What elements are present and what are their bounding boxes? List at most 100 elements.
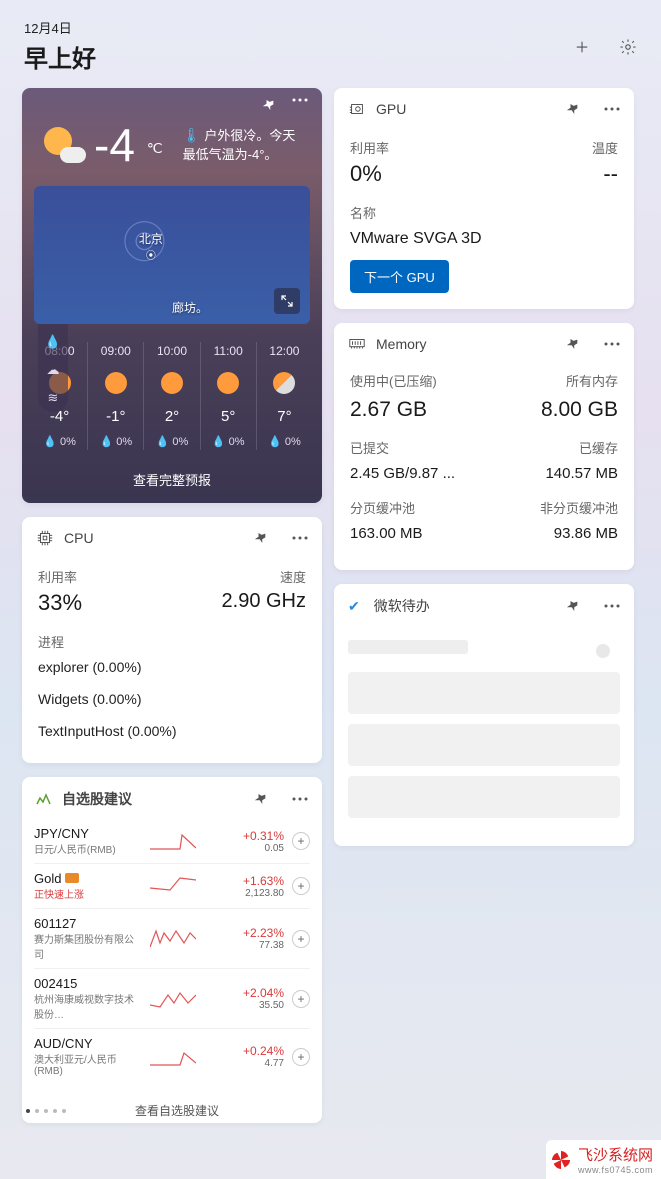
stocks-card: 自选股建议 JPY/CNY 日元/人民币(RMB) +0.31% 0.05 + … bbox=[22, 777, 322, 1123]
pin-icon[interactable] bbox=[563, 334, 583, 354]
weather-map[interactable]: 北京 廊坊。 bbox=[34, 186, 310, 324]
mem-label: 使用中(已压缩) bbox=[350, 371, 437, 390]
stock-sparkline bbox=[150, 989, 196, 1009]
layer-wind-icon[interactable]: ≋ bbox=[48, 390, 59, 406]
stocks-title: 自选股建议 bbox=[62, 789, 244, 809]
stock-row[interactable]: AUD/CNY 澳大利亚元/人民币(RMB) +0.24% 4.77 + bbox=[34, 1029, 310, 1084]
stock-subtitle: 澳大利亚元/人民币(RMB) bbox=[34, 1051, 142, 1077]
hour-precip: 💧 0% bbox=[32, 435, 87, 448]
todo-icon: ✔ bbox=[348, 598, 360, 615]
stock-row[interactable]: 002415 杭州海康威视数字技术股份… +2.04% 35.50 + bbox=[34, 969, 310, 1029]
cpu-icon bbox=[36, 529, 54, 547]
hour-weather-icon bbox=[217, 372, 239, 394]
map-city-beijing: 北京 bbox=[139, 230, 163, 262]
weather-hour[interactable]: 11:00 5° 💧 0% bbox=[201, 342, 257, 450]
layer-cloud-icon[interactable]: ☁ bbox=[47, 362, 60, 378]
gpu-next-button[interactable]: 下一个 GPU bbox=[350, 260, 449, 293]
mem-label: 所有内存 bbox=[566, 371, 618, 390]
memory-icon bbox=[348, 335, 366, 353]
more-icon[interactable] bbox=[604, 342, 620, 346]
layer-precip-icon[interactable]: 💧 bbox=[45, 334, 61, 350]
msn-icon bbox=[36, 793, 52, 805]
watermark-url: www.fs0745.com bbox=[578, 1165, 653, 1175]
stock-symbol: Gold bbox=[34, 871, 142, 886]
weather-hour[interactable]: 12:00 7° 💧 0% bbox=[257, 342, 312, 450]
weather-hour[interactable]: 10:00 2° 💧 0% bbox=[144, 342, 200, 450]
pin-icon[interactable] bbox=[563, 99, 583, 119]
stock-sparkline bbox=[150, 1047, 196, 1067]
stock-add-button[interactable]: + bbox=[292, 930, 310, 948]
hour-precip: 💧 0% bbox=[88, 435, 143, 448]
todo-skeleton bbox=[348, 672, 620, 714]
more-icon[interactable] bbox=[292, 98, 308, 102]
stock-sparkline bbox=[150, 929, 196, 949]
stock-add-button[interactable]: + bbox=[292, 877, 310, 895]
add-widget-icon[interactable] bbox=[573, 38, 591, 56]
stock-symbol: 601127 bbox=[34, 916, 142, 931]
more-icon[interactable] bbox=[604, 604, 620, 608]
gpu-name-value: VMware SVGA 3D bbox=[350, 230, 618, 248]
stock-row[interactable]: JPY/CNY 日元/人民币(RMB) +0.31% 0.05 + bbox=[34, 819, 310, 864]
watermark-icon bbox=[550, 1149, 572, 1171]
stock-subtitle: 日元/人民币(RMB) bbox=[34, 841, 142, 856]
mem-value: 93.86 MB bbox=[554, 523, 618, 542]
header-greeting: 早上好 bbox=[24, 39, 96, 74]
stock-row[interactable]: 601127 赛力斯集团股份有限公司 +2.23% 77.38 + bbox=[34, 909, 310, 969]
gpu-icon bbox=[348, 100, 366, 118]
hour-weather-icon bbox=[161, 372, 183, 394]
gpu-util-value: 0% bbox=[350, 161, 389, 187]
stock-symbol: JPY/CNY bbox=[34, 826, 142, 841]
hour-temp: 7° bbox=[257, 408, 312, 425]
cpu-card: CPU 利用率 33% 速度 2.90 GHz 进程 explorer (0.0… bbox=[22, 517, 322, 763]
settings-icon[interactable] bbox=[619, 38, 637, 56]
stock-sparkline bbox=[150, 831, 196, 851]
mem-label: 分页缓冲池 bbox=[350, 498, 415, 517]
gpu-card: GPU 利用率 0% 温度 -- 名称 VMware SVGA 3D 下一个 G… bbox=[334, 88, 634, 309]
stock-add-button[interactable]: + bbox=[292, 1048, 310, 1066]
pin-icon[interactable] bbox=[251, 528, 271, 548]
hour-time: 11:00 bbox=[201, 344, 256, 358]
stocks-view-all-link[interactable]: 查看自选股建议 bbox=[66, 1102, 288, 1119]
more-icon[interactable] bbox=[604, 107, 620, 111]
weather-desc: 🌡户外很冷。今天最低气温为-4°。 bbox=[183, 126, 306, 164]
hour-time: 09:00 bbox=[88, 344, 143, 358]
stock-symbol: 002415 bbox=[34, 976, 142, 991]
todo-skeleton bbox=[348, 640, 468, 654]
hour-weather-icon bbox=[273, 372, 295, 394]
memory-title: Memory bbox=[376, 336, 556, 352]
stock-subtitle: 赛力斯集团股份有限公司 bbox=[34, 931, 142, 961]
weather-full-forecast-link[interactable]: 查看完整预报 bbox=[22, 456, 322, 503]
stock-sparkline bbox=[150, 876, 196, 896]
mem-value: 2.45 GB/9.87 ... bbox=[350, 463, 455, 482]
weather-hour[interactable]: 09:00 -1° 💧 0% bbox=[88, 342, 144, 450]
hour-time: 10:00 bbox=[144, 344, 199, 358]
mem-label: 非分页缓冲池 bbox=[540, 498, 618, 517]
weather-current-icon bbox=[42, 123, 86, 167]
stocks-pager[interactable] bbox=[26, 1109, 66, 1113]
stock-add-button[interactable]: + bbox=[292, 832, 310, 850]
mem-value: 8.00 GB bbox=[541, 396, 618, 422]
hour-precip: 💧 0% bbox=[257, 435, 312, 448]
pin-icon[interactable] bbox=[563, 596, 583, 616]
gpu-util-label: 利用率 bbox=[350, 138, 389, 157]
todo-title: 微软待办 bbox=[374, 596, 556, 616]
weather-temp: -4 bbox=[94, 118, 135, 172]
watermark: 飞沙系统网 www.fs0745.com bbox=[546, 1140, 661, 1179]
stock-row[interactable]: Gold 正快速上涨 +1.63% 2,123.80 + bbox=[34, 864, 310, 909]
more-icon[interactable] bbox=[292, 536, 308, 540]
gpu-temp-value: -- bbox=[592, 161, 618, 187]
stock-add-button[interactable]: + bbox=[292, 990, 310, 1008]
map-expand-icon[interactable] bbox=[274, 288, 300, 314]
cpu-speed-value: 2.90 GHz bbox=[222, 590, 306, 613]
gold-icon bbox=[65, 873, 79, 883]
mem-value: 163.00 MB bbox=[350, 523, 423, 542]
mem-value: 140.57 MB bbox=[545, 463, 618, 482]
todo-skeleton-circle bbox=[596, 644, 610, 658]
pin-icon[interactable] bbox=[251, 789, 271, 809]
mem-label: 已提交 bbox=[350, 438, 389, 457]
todo-skeleton bbox=[348, 776, 620, 818]
hour-temp: -1° bbox=[88, 408, 143, 425]
hour-time: 12:00 bbox=[257, 344, 312, 358]
stock-change: +2.04% bbox=[204, 986, 284, 1000]
more-icon[interactable] bbox=[292, 797, 308, 801]
